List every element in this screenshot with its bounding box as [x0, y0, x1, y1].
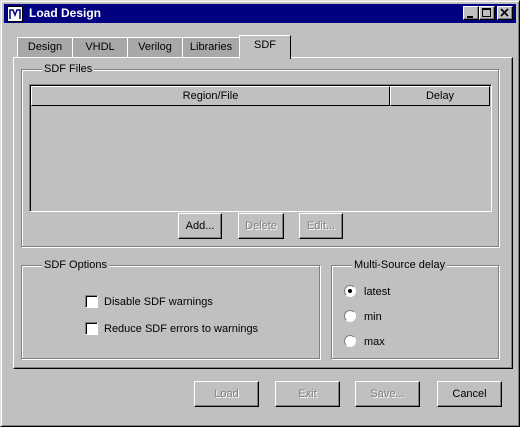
load-button[interactable]: Load: [194, 381, 259, 407]
save-button[interactable]: Save...: [355, 381, 420, 407]
sdf-files-label: SDF Files: [42, 63, 95, 75]
reduce-sdf-errors-checkbox[interactable]: [85, 322, 98, 335]
tab-verilog[interactable]: Verilog: [127, 37, 183, 58]
sdf-files-list[interactable]: Region/File Delay: [29, 84, 492, 212]
radio-selected-dot: [348, 289, 352, 293]
multi-source-delay-label: Multi-Source delay: [352, 259, 448, 271]
max-radio-label[interactable]: max: [364, 336, 385, 348]
cancel-button[interactable]: Cancel: [437, 381, 502, 407]
maximize-button[interactable]: [479, 6, 495, 20]
tab-sdf[interactable]: SDF: [239, 35, 291, 59]
sdf-options-group: SDF Options: [21, 259, 320, 359]
min-radio[interactable]: [344, 310, 356, 322]
latest-radio[interactable]: [344, 285, 356, 297]
close-button[interactable]: [497, 6, 513, 20]
column-header-region-file[interactable]: Region/File: [31, 86, 390, 106]
add-button[interactable]: Add...: [178, 213, 222, 239]
reduce-sdf-errors-label[interactable]: Reduce SDF errors to warnings: [104, 323, 258, 335]
minimize-button[interactable]: [463, 6, 479, 20]
column-header-delay[interactable]: Delay: [390, 86, 490, 106]
load-design-dialog: Load Design Design VHDL Verilog Librarie…: [0, 0, 520, 427]
close-icon: [500, 8, 509, 17]
min-radio-label[interactable]: min: [364, 311, 382, 323]
tab-libraries[interactable]: Libraries: [182, 37, 240, 58]
edit-button[interactable]: Edit...: [299, 213, 343, 239]
exit-button[interactable]: Exit: [275, 381, 340, 407]
tab-vhdl[interactable]: VHDL: [72, 37, 128, 58]
disable-sdf-warnings-label[interactable]: Disable SDF warnings: [104, 296, 213, 308]
disable-sdf-warnings-checkbox[interactable]: [85, 295, 98, 308]
max-radio[interactable]: [344, 335, 356, 347]
modelsim-app-icon: [7, 6, 23, 22]
title-bar[interactable]: Load Design: [4, 4, 516, 23]
multi-source-delay-group: Multi-Source delay: [331, 259, 499, 359]
minimize-icon: [467, 16, 473, 18]
sdf-options-label: SDF Options: [42, 259, 109, 271]
latest-radio-label[interactable]: latest: [364, 286, 390, 298]
delete-button[interactable]: Delete: [238, 213, 284, 239]
tab-design[interactable]: Design: [17, 37, 73, 58]
window-title: Load Design: [29, 6, 102, 20]
maximize-icon: [482, 8, 491, 17]
